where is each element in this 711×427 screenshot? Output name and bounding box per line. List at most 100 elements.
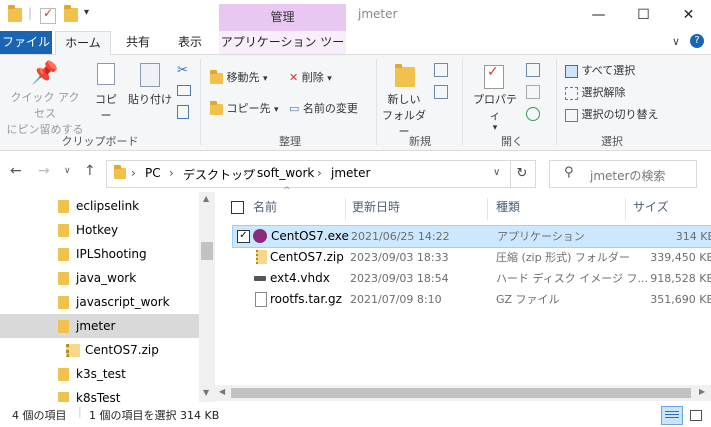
search-input[interactable]: ⚲ jmeterの検索 bbox=[549, 160, 697, 188]
horizontal-scrollbar[interactable]: ◀ ▶ bbox=[215, 385, 711, 401]
copy-path-icon[interactable] bbox=[177, 85, 191, 96]
recent-locations-icon[interactable]: ∨ bbox=[64, 166, 71, 176]
tab-home[interactable]: ホーム bbox=[55, 31, 111, 55]
delete-button[interactable]: ✕ 削除 ▾ bbox=[289, 69, 332, 85]
nav-scrollbar[interactable]: ▲ ▼ bbox=[199, 192, 215, 402]
easy-access-icon[interactable] bbox=[434, 85, 448, 99]
paste-button[interactable]: 貼り付け bbox=[127, 61, 173, 107]
nav-item-k8stest[interactable]: k8sTest bbox=[0, 386, 199, 402]
column-header-size[interactable]: サイズ bbox=[633, 192, 669, 222]
file-type: アプリケーション bbox=[497, 230, 585, 243]
exe-icon bbox=[253, 229, 267, 243]
open-group-label: 開く bbox=[501, 135, 523, 148]
manage-context-tab[interactable]: 管理 bbox=[219, 4, 346, 31]
scroll-up-icon[interactable]: ▲ bbox=[203, 194, 209, 203]
file-row[interactable]: CentOS7.zip 2023/09/03 18:33 圧縮 (zip 形式)… bbox=[232, 247, 711, 268]
breadcrumb-separator-icon: › bbox=[317, 166, 322, 180]
minimize-button[interactable]: — bbox=[576, 0, 621, 31]
file-list: ^ 名前 更新日時 種類 サイズ ✓ CentOS7.exe 2021/06/2… bbox=[215, 186, 711, 402]
close-button[interactable]: ✕ bbox=[666, 0, 711, 31]
scrollbar-thumb[interactable] bbox=[201, 242, 213, 260]
address-row: ← → ∨ ↑ › PC › デスクトップ › soft_work › jmet… bbox=[0, 151, 711, 191]
nav-item-label: k8sTest bbox=[76, 391, 121, 402]
history-icon[interactable] bbox=[526, 107, 540, 121]
breadcrumb-pc[interactable]: PC bbox=[145, 166, 161, 180]
nav-item-jmeter[interactable]: jmeter bbox=[0, 314, 199, 338]
selection-info: 1 個の項目を選択 314 KB bbox=[89, 409, 220, 422]
new-folder-quick-icon[interactable] bbox=[64, 5, 78, 22]
back-arrow-icon[interactable]: ← bbox=[10, 163, 22, 179]
scroll-down-icon[interactable]: ▼ bbox=[203, 388, 209, 397]
nav-item-iplshooting[interactable]: IPLShooting bbox=[0, 242, 199, 266]
nav-item-java-work[interactable]: java_work bbox=[0, 266, 199, 290]
scroll-left-icon[interactable]: ◀ bbox=[219, 387, 225, 396]
select-all-checkbox[interactable] bbox=[231, 201, 244, 214]
properties-quick-icon[interactable]: ✓ bbox=[40, 6, 56, 24]
tab-share[interactable]: 共有 bbox=[118, 31, 158, 54]
cut-icon[interactable]: ✂ bbox=[177, 63, 188, 78]
edit-icon[interactable] bbox=[526, 85, 540, 99]
large-icons-view-icon[interactable] bbox=[686, 406, 704, 423]
customize-quick-access-icon[interactable]: ▾ bbox=[84, 7, 89, 18]
column-divider[interactable] bbox=[487, 198, 488, 220]
scroll-right-icon[interactable]: ▶ bbox=[699, 387, 705, 396]
select-none-button[interactable]: 選択解除 bbox=[565, 84, 626, 100]
ribbon: 📌 クイック アクセス にピン留めする コピー 貼り付け ✂ クリップボード 移… bbox=[0, 55, 711, 151]
refresh-icon[interactable]: ↻ bbox=[509, 160, 536, 188]
disk-icon bbox=[254, 276, 266, 281]
forward-arrow-icon[interactable]: → bbox=[38, 163, 50, 179]
copy-label: コピー bbox=[95, 93, 117, 122]
column-header-type[interactable]: 種類 bbox=[496, 192, 520, 222]
paste-label: 貼り付け bbox=[128, 93, 172, 106]
column-header-name[interactable]: 名前 bbox=[253, 192, 277, 222]
maximize-button[interactable]: ☐ bbox=[621, 0, 666, 31]
column-divider[interactable] bbox=[625, 198, 626, 220]
details-view-icon[interactable] bbox=[661, 406, 683, 425]
file-date: 2021/06/25 14:22 bbox=[351, 230, 450, 243]
pin-quick-access-button[interactable]: 📌 クイック アクセス にピン留めする bbox=[6, 61, 84, 137]
invert-selection-button[interactable]: 選択の切り替え bbox=[565, 106, 659, 122]
up-arrow-icon[interactable]: ↑ bbox=[84, 163, 96, 179]
tab-view[interactable]: 表示 bbox=[170, 31, 210, 54]
properties-icon: ✓ bbox=[468, 61, 522, 91]
rename-label: 名前の変更 bbox=[302, 102, 358, 115]
invert-selection-icon bbox=[565, 108, 578, 122]
paste-shortcut-icon[interactable] bbox=[177, 105, 189, 119]
nav-item-hotkey[interactable]: Hotkey bbox=[0, 218, 199, 242]
new-folder-icon bbox=[380, 61, 428, 91]
breadcrumb-jmeter[interactable]: jmeter bbox=[331, 166, 370, 180]
move-to-button[interactable]: 移動先 ▾ bbox=[210, 69, 268, 85]
address-bar[interactable]: › PC › デスクトップ › soft_work › jmeter ∨ bbox=[106, 160, 511, 188]
nav-item-javascript-work[interactable]: javascript_work bbox=[0, 290, 199, 314]
copy-to-button[interactable]: コピー先 ▾ bbox=[210, 100, 279, 116]
file-row[interactable]: rootfs.tar.gz 2021/07/09 8:10 GZ ファイル 35… bbox=[232, 289, 711, 310]
help-icon[interactable]: ? bbox=[690, 34, 704, 48]
new-item-icon[interactable] bbox=[434, 63, 448, 77]
tab-file[interactable]: ファイル bbox=[0, 31, 52, 54]
properties-button[interactable]: ✓ プロパティ ▾ bbox=[468, 61, 522, 133]
file-row[interactable]: ✓ CentOS7.exe 2021/06/25 14:22 アプリケーション … bbox=[232, 225, 711, 248]
collapse-ribbon-icon[interactable]: ∨ bbox=[672, 35, 680, 48]
copy-button[interactable]: コピー bbox=[90, 61, 122, 123]
new-folder-button[interactable]: 新しい フォルダー bbox=[380, 61, 428, 139]
row-checkbox[interactable]: ✓ bbox=[237, 230, 250, 243]
open-icon[interactable] bbox=[526, 63, 540, 77]
address-dropdown-icon[interactable]: ∨ bbox=[493, 167, 500, 178]
nav-item-eclipselink[interactable]: eclipselink bbox=[0, 194, 199, 218]
folder-icon bbox=[58, 296, 69, 309]
select-all-button[interactable]: すべて選択 bbox=[565, 62, 635, 78]
separator bbox=[556, 59, 557, 145]
nav-item-label: eclipselink bbox=[76, 199, 140, 213]
breadcrumb-soft-work[interactable]: soft_work bbox=[257, 166, 314, 180]
scrollbar-thumb[interactable] bbox=[231, 388, 691, 398]
nav-item-centos7-zip[interactable]: CentOS7.zip bbox=[0, 338, 199, 362]
rename-button[interactable]: ▭ 名前の変更 bbox=[289, 100, 358, 116]
nav-item-k3s-test[interactable]: k3s_test bbox=[0, 362, 199, 386]
move-to-icon bbox=[210, 69, 223, 84]
invert-selection-label: 選択の切り替え bbox=[581, 108, 659, 121]
column-divider[interactable] bbox=[345, 198, 346, 220]
tab-application-tools[interactable]: アプリケーション ツール bbox=[219, 31, 346, 72]
file-row[interactable]: ext4.vhdx 2023/09/03 18:54 ハード ディスク イメージ… bbox=[232, 268, 711, 289]
column-header-modified[interactable]: 更新日時 bbox=[352, 192, 400, 222]
separator: | bbox=[78, 405, 82, 418]
